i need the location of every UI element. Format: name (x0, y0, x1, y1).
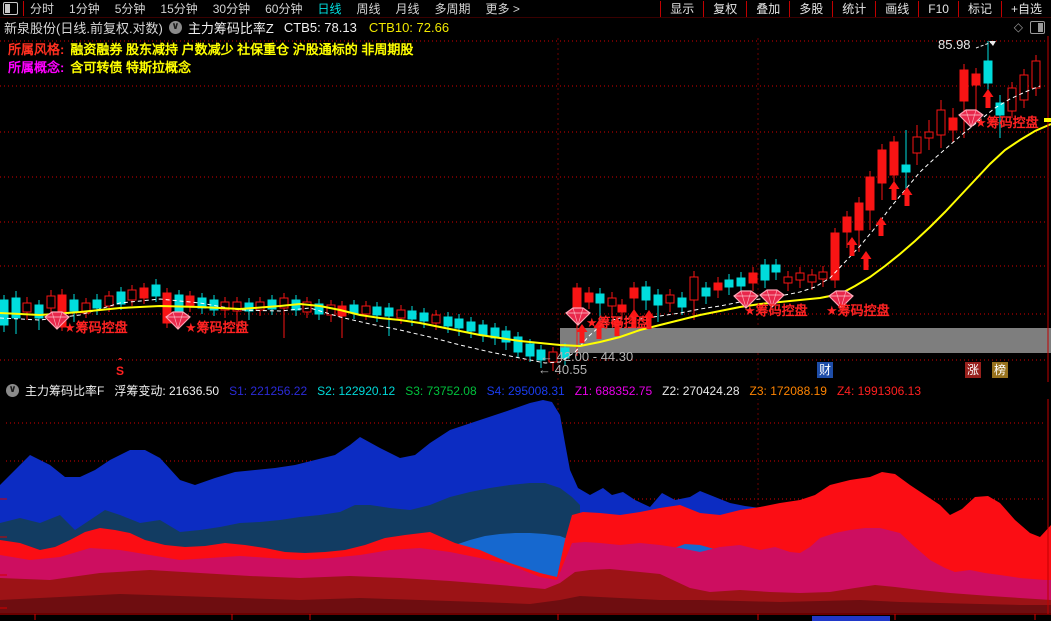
up-arrow-marker (846, 237, 858, 256)
panel-layout-icon[interactable] (1030, 20, 1045, 34)
period-周线[interactable]: 周线 (356, 0, 380, 17)
style-label: 所属风格: (8, 42, 65, 57)
up-arrow-marker (860, 251, 872, 270)
period-多周期[interactable]: 多周期 (435, 0, 471, 17)
chevron-down-icon[interactable]: ∨ (6, 384, 19, 397)
title-bar: 新泉股份(日线.前复权.对数) ∨ 主力筹码比率Z CTB5: 78.13 CT… (0, 18, 1051, 36)
series-stat: S3: 73752.08 (405, 383, 477, 398)
concept-tags[interactable]: 含可转债 特斯拉概念 (70, 60, 191, 75)
ctb10-value: CTB10: 72.66 (368, 19, 450, 35)
toolbar-button-显示[interactable]: 显示 (660, 0, 703, 17)
chip-control-label: ★筹码控盘 (64, 320, 128, 335)
up-arrow-marker (875, 217, 887, 236)
series-stat: S1: 221256.22 (229, 383, 308, 398)
high-price-label: 85.98 (938, 37, 971, 52)
period-15分钟[interactable]: 15分钟 (160, 0, 197, 17)
toolbar-button-F10[interactable]: F10 (918, 0, 958, 17)
float-chips-value: 浮筹变动: 21636.50 (114, 384, 220, 398)
stock-title: 新泉股份(日线.前复权.对数) (4, 20, 163, 36)
up-arrow-marker (982, 89, 994, 108)
period-tabs: 分时 1分钟 5分钟 15分钟 30分钟 60分钟 日线 周线 月线 多周期 更多 > (30, 0, 520, 17)
style-tags-row: 所属风格: 融资融券 股东减持 户数减少 社保重仓 沪股通标的 非周期股 (8, 39, 413, 58)
period-1分钟[interactable]: 1分钟 (69, 0, 100, 17)
sub-indicator-name[interactable]: 主力筹码比率F (25, 382, 104, 399)
series-stats: S1: 221256.22 S2: 122920.12 S3: 73752.08 S4… (229, 384, 921, 398)
period-5分钟[interactable]: 5分钟 (115, 0, 146, 17)
chip-control-label: ★筹码控盘 (975, 115, 1039, 130)
up-arrow-marker (888, 181, 900, 200)
toolbar-button-多股[interactable]: 多股 (789, 0, 832, 17)
tdx-chart-window: 分时 1分钟 5分钟 15分钟 30分钟 60分钟 日线 周线 月线 多周期 更多 > 显示 复权 叠加… (0, 0, 1051, 621)
split-window-icon[interactable] (3, 2, 18, 15)
concept-tags-row: 所属概念: 含可转债 特斯拉概念 (8, 57, 191, 76)
shortcut-badge-涨[interactable]: 涨 (965, 362, 981, 378)
chip-control-label: ★筹码控盘 (826, 303, 890, 318)
chip-control-label: ★筹码控盘 (185, 320, 249, 335)
toolbar-button-+自选[interactable]: +自选 (1000, 0, 1051, 17)
main-indicator-name[interactable]: 主力筹码比率Z (188, 18, 274, 37)
series-stat: S4: 295008.31 (486, 383, 565, 398)
diamond-icon[interactable]: ◇ (1014, 20, 1023, 34)
ctb5-value: CTB5: 78.13 (283, 19, 357, 35)
toolbar-right-buttons: 显示 复权 叠加 多股 统计 画线 F10 标记 +自选 (660, 0, 1051, 17)
style-tags[interactable]: 融资融券 股东减持 户数减少 社保重仓 沪股通标的 非周期股 (70, 42, 413, 57)
toolbar-button-标记[interactable]: 标记 (957, 0, 1001, 17)
up-arrow-marker (901, 187, 913, 206)
toolbar-button-叠加[interactable]: 叠加 (746, 0, 789, 17)
series-stat: Z3: 172088.19 (749, 383, 827, 398)
series-stat: S2: 122920.12 (317, 383, 396, 398)
period-日线[interactable]: 日线 (317, 0, 341, 17)
series-stat: Z4: 1991306.13 (836, 383, 922, 398)
concept-label: 所属概念: (8, 60, 65, 75)
toolbar-button-画线[interactable]: 画线 (875, 0, 918, 17)
sub-indicator-header: ∨ 主力筹码比率F 浮筹变动: 21636.50 S1: 221256.22 S2… (0, 382, 1051, 399)
series-stat: Z1: 688352.75 (574, 383, 653, 398)
period-月线[interactable]: 月线 (396, 0, 420, 17)
low-price-label: ← 40.55 (538, 362, 588, 377)
toolbar-separator (23, 1, 24, 16)
chip-control-label: ★筹码控盘 (586, 315, 650, 330)
series-stat: Z2: 270424.28 (662, 383, 740, 398)
chip-control-label: ★筹码控盘 (744, 303, 808, 318)
toolbar: 分时 1分钟 5分钟 15分钟 30分钟 60分钟 日线 周线 月线 多周期 更多 > 显示 复权 叠加… (0, 0, 1051, 18)
period-更多 >[interactable]: 更多 > (486, 0, 520, 17)
signal-s: S (116, 364, 125, 378)
period-30分钟[interactable]: 30分钟 (213, 0, 250, 17)
chevron-down-icon[interactable]: ∨ (168, 20, 182, 34)
period-分时[interactable]: 分时 (30, 0, 54, 17)
period-60分钟[interactable]: 60分钟 (265, 0, 302, 17)
chart-canvas[interactable] (0, 0, 1051, 621)
toolbar-button-复权[interactable]: 复权 (703, 0, 746, 17)
shortcut-badge-财[interactable]: 财 (817, 362, 833, 378)
toolbar-button-统计[interactable]: 统计 (832, 0, 875, 17)
shortcut-badge-榜[interactable]: 榜 (992, 362, 1008, 378)
